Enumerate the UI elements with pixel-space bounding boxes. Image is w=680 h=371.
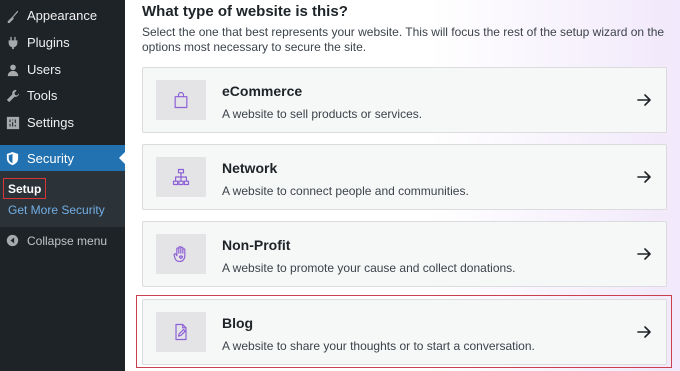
sidebar-item-appearance[interactable]: Appearance	[0, 2, 125, 29]
option-subtitle: A website to connect people and communit…	[222, 184, 469, 198]
setup-wizard-main: What type of website is this? Select the…	[125, 0, 680, 371]
page-description: Select the one that best represents your…	[142, 25, 665, 54]
page-title: What type of website is this?	[142, 3, 348, 20]
option-subtitle: A website to promote your cause and coll…	[222, 261, 516, 275]
sidebar-item-label: Settings	[27, 115, 74, 130]
submenu-setup-link[interactable]: Setup	[3, 178, 47, 199]
sidebar-item-label: Security	[27, 150, 74, 166]
hand-heart-icon	[173, 246, 186, 263]
admin-sidebar: Appearance Plugins Users Tools Settings …	[0, 0, 125, 371]
tools-icon	[6, 89, 20, 103]
sidebar-item-label: Plugins	[27, 35, 70, 50]
collapse-menu-label: Collapse menu	[27, 234, 108, 248]
option-title: Non-Profit	[222, 237, 291, 253]
shopping-bag-icon	[174, 91, 188, 109]
option-icon-tile	[156, 234, 206, 274]
submenu-get-more-security-link[interactable]: Get More Security	[8, 203, 105, 217]
arrow-right-icon	[636, 246, 652, 262]
shield-icon	[4, 150, 20, 166]
sidebar-item-plugins[interactable]: Plugins	[0, 29, 125, 56]
sidebar-item-users[interactable]: Users	[0, 56, 125, 83]
option-subtitle: A website to share your thoughts or to s…	[222, 339, 535, 353]
sidebar-item-label: Tools	[27, 88, 58, 103]
users-icon	[6, 63, 20, 77]
sidebar-item-security[interactable]: Security	[0, 145, 125, 171]
option-card-ecommerce[interactable]: eCommerce A website to sell products or …	[142, 67, 667, 133]
option-icon-tile	[156, 80, 206, 120]
arrow-right-icon	[636, 324, 652, 340]
appearance-icon	[6, 9, 20, 23]
network-icon	[172, 168, 190, 186]
option-card-network[interactable]: Network A website to connect people and …	[142, 144, 667, 210]
sidebar-item-label: Appearance	[27, 8, 98, 23]
option-card-non-profit[interactable]: Non-Profit A website to promote your cau…	[142, 221, 667, 287]
option-icon-tile	[156, 312, 206, 352]
plugins-icon	[6, 36, 20, 50]
sidebar-item-label: Users	[27, 62, 61, 77]
edit-document-icon	[175, 323, 187, 341]
option-title: Network	[222, 160, 278, 176]
arrow-right-icon	[636, 92, 652, 108]
option-card-blog[interactable]: Blog A website to share your thoughts or…	[142, 299, 667, 365]
settings-icon	[6, 116, 20, 130]
arrow-right-icon	[636, 169, 652, 185]
option-title: eCommerce	[222, 83, 303, 99]
sidebar-item-tools[interactable]: Tools	[0, 82, 125, 109]
option-icon-tile	[156, 157, 206, 197]
collapse-menu-button[interactable]: Collapse menu	[0, 230, 125, 252]
security-submenu: Setup Get More Security	[0, 171, 125, 227]
collapse-icon	[6, 234, 20, 248]
option-subtitle: A website to sell products or services.	[222, 107, 423, 121]
option-title: Blog	[222, 315, 254, 331]
sidebar-item-settings[interactable]: Settings	[0, 109, 125, 136]
